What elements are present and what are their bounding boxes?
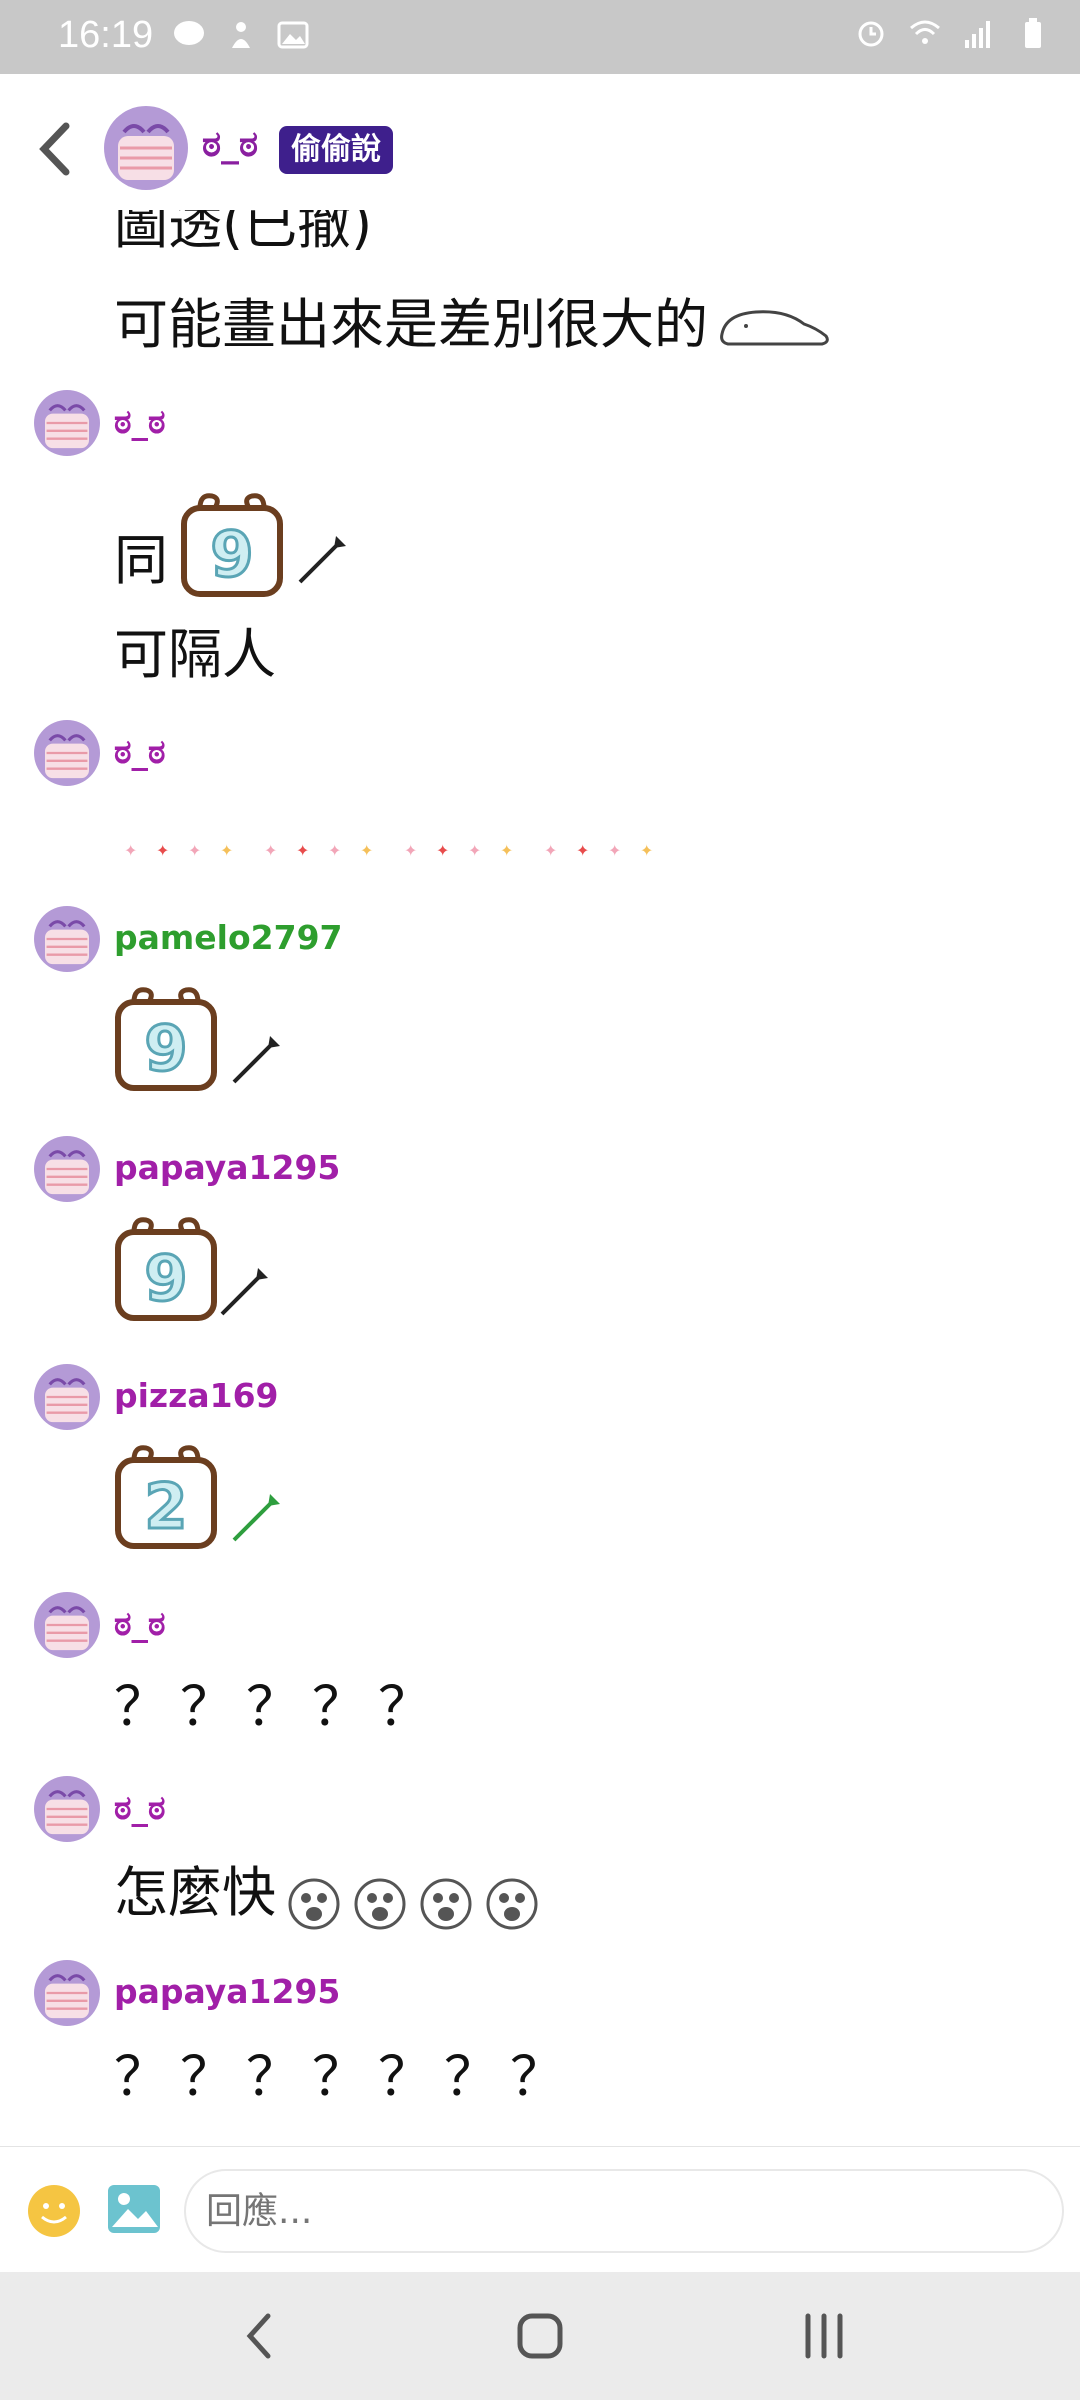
svg-text:✦: ✦ bbox=[156, 841, 169, 860]
back-button[interactable] bbox=[28, 116, 84, 182]
message-username[interactable]: ಠ_ಠ bbox=[114, 402, 165, 442]
sticker-number: 2 bbox=[144, 1470, 187, 1543]
chat-list[interactable]: 圖透(已撤) 可能畫出來是差別很大的 ಠ_ಠ 同 9 可隔人 ಠ_ಠ ✦ ✦ ✦… bbox=[0, 210, 1080, 2145]
svg-text:✦: ✦ bbox=[328, 841, 341, 860]
svg-text:✦: ✦ bbox=[404, 841, 417, 860]
nav-back-button[interactable] bbox=[230, 2306, 290, 2366]
trumpet-icon bbox=[232, 1036, 280, 1084]
image-upload-button[interactable] bbox=[106, 2181, 162, 2237]
svg-text:✦: ✦ bbox=[500, 841, 513, 860]
trumpet-icon bbox=[298, 536, 346, 584]
svg-text:✦: ✦ bbox=[188, 841, 201, 860]
chat-header: ಠ_ಠ 偷偷說 bbox=[0, 74, 1080, 224]
sticker-number: 9 bbox=[210, 518, 253, 591]
board-badge[interactable]: 偷偷說 bbox=[279, 126, 393, 174]
message-username[interactable]: ಠ_ಠ bbox=[114, 732, 165, 772]
avatar[interactable] bbox=[34, 1364, 100, 1430]
alarm-icon bbox=[858, 21, 884, 47]
svg-text:✦: ✦ bbox=[608, 841, 621, 860]
signal-icon bbox=[965, 21, 990, 48]
avatar[interactable] bbox=[34, 390, 100, 456]
seal-sticker-icon bbox=[720, 310, 829, 346]
message-username[interactable]: pizza169 bbox=[114, 1376, 279, 1415]
message-username[interactable]: papaya1295 bbox=[114, 1148, 340, 1187]
sticker-number: 9 bbox=[144, 1242, 187, 1315]
emoji-button[interactable] bbox=[26, 2183, 82, 2239]
message-username[interactable]: ಠ_ಠ bbox=[114, 1788, 165, 1828]
svg-text:✦: ✦ bbox=[124, 841, 137, 860]
surprised-face-icon bbox=[288, 1878, 538, 1930]
system-nav-bar bbox=[0, 2272, 1080, 2400]
svg-text:✦: ✦ bbox=[468, 841, 481, 860]
message-username[interactable]: papaya1295 bbox=[114, 1972, 340, 2011]
notification-icon bbox=[232, 22, 250, 48]
wifi-icon bbox=[910, 20, 940, 44]
avatar[interactable] bbox=[34, 1776, 100, 1842]
svg-text:✦: ✦ bbox=[640, 841, 653, 860]
svg-text:✦: ✦ bbox=[436, 841, 449, 860]
header-username[interactable]: ಠ_ಠ bbox=[202, 124, 258, 166]
sparkle-divider-icon: ✦ ✦ ✦ ✦ ✦ ✦ ✦ ✦ ✦ ✦ ✦ ✦ ✦ ✦ ✦ ✦ bbox=[124, 841, 653, 860]
message-text: 可隔人 bbox=[114, 623, 276, 686]
nav-recents-button[interactable] bbox=[794, 2306, 854, 2366]
reply-bar bbox=[0, 2146, 1080, 2272]
svg-text:✦: ✦ bbox=[576, 841, 589, 860]
status-bar: 16:19 bbox=[0, 0, 1080, 74]
nav-home-button[interactable] bbox=[510, 2306, 570, 2366]
message-text: 怎麼快 bbox=[114, 1861, 276, 1924]
number-sticker-icon: 2 bbox=[115, 1445, 217, 1549]
message-text: ？？？？？ bbox=[114, 1675, 444, 1738]
battery-icon bbox=[1025, 18, 1041, 48]
svg-text:✦: ✦ bbox=[264, 841, 277, 860]
avatar[interactable] bbox=[34, 906, 100, 972]
avatar[interactable] bbox=[34, 1136, 100, 1202]
message-text: 可能畫出來是差別很大的 bbox=[114, 293, 708, 356]
svg-text:✦: ✦ bbox=[296, 841, 309, 860]
sticker-number: 9 bbox=[144, 1012, 187, 1085]
message-username[interactable]: ಠ_ಠ bbox=[114, 1604, 165, 1644]
message-text: 圖透(已撤) bbox=[114, 210, 373, 256]
message-username[interactable]: pamelo2797 bbox=[114, 918, 343, 957]
number-sticker-icon: 9 bbox=[115, 987, 217, 1091]
gallery-icon bbox=[277, 21, 309, 49]
number-sticker-icon: 9 bbox=[181, 493, 283, 597]
status-time: 16:19 bbox=[58, 14, 154, 56]
avatar[interactable] bbox=[104, 106, 188, 190]
trumpet-icon bbox=[232, 1494, 280, 1542]
svg-text:✦: ✦ bbox=[360, 841, 373, 860]
message-text: ？？？？？？？ bbox=[114, 2045, 576, 2108]
avatar[interactable] bbox=[34, 720, 100, 786]
svg-text:✦: ✦ bbox=[220, 841, 233, 860]
avatar[interactable] bbox=[34, 1960, 100, 2026]
message-text: 同 bbox=[114, 529, 168, 592]
svg-text:✦: ✦ bbox=[544, 841, 557, 860]
reply-input[interactable] bbox=[184, 2169, 1064, 2253]
number-sticker-icon: 9 bbox=[115, 1217, 217, 1321]
trumpet-icon bbox=[220, 1268, 268, 1316]
avatar[interactable] bbox=[34, 1592, 100, 1658]
line-icon bbox=[174, 21, 204, 45]
